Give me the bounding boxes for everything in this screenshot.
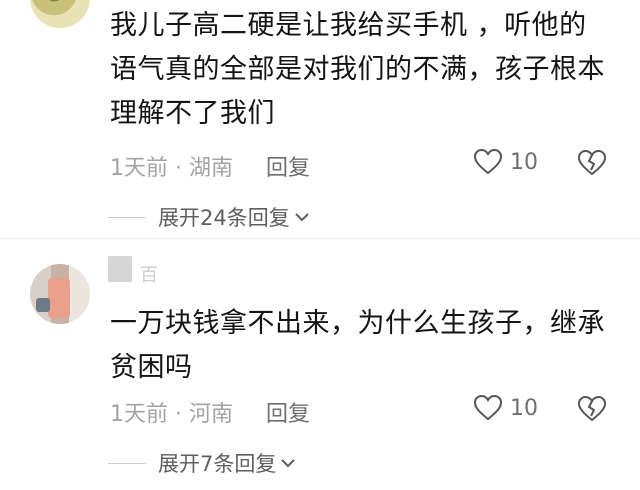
broken-heart-icon (577, 149, 607, 176)
expand-replies-button[interactable]: 展开7条回复 (108, 448, 296, 478)
divider-line (108, 216, 146, 218)
like-button[interactable]: 10 (474, 395, 538, 421)
dislike-button[interactable] (577, 395, 607, 426)
divider-line (108, 462, 146, 464)
username[interactable]: 百 (140, 261, 158, 287)
comment-text: 一万块钱拿不出来，为什么生孩子，继承贫困吗 (110, 308, 605, 383)
comment-divider (0, 238, 640, 239)
like-count: 10 (510, 395, 538, 421)
avatar[interactable] (30, 0, 90, 28)
chevron-down-icon (294, 211, 310, 223)
broken-heart-icon (577, 395, 607, 422)
expand-label: 展开24条回复 (158, 206, 290, 230)
reply-button[interactable]: 回复 (266, 402, 310, 427)
like-count: 10 (510, 149, 538, 175)
comment-meta: 1天前 · 河南 回复 (110, 396, 310, 428)
time-location: 1天前 · 河南 (110, 402, 233, 427)
username-redaction (108, 256, 132, 282)
heart-outline-icon (474, 149, 502, 175)
heart-outline-icon (474, 395, 502, 421)
dislike-button[interactable] (577, 149, 607, 180)
expand-label: 展开7条回复 (158, 452, 277, 476)
reply-button[interactable]: 回复 (266, 156, 310, 181)
avatar[interactable] (30, 264, 90, 324)
comment-text: 我儿子高二硬是让我给买手机 ，听他的语气真的全部是对我们的不满，孩子根本理解不了… (110, 10, 605, 129)
chevron-down-icon (280, 457, 296, 469)
expand-replies-button[interactable]: 展开24条回复 (108, 202, 310, 232)
comment-meta: 1天前 · 湖南 回复 (110, 150, 310, 182)
time-location: 1天前 · 湖南 (110, 156, 233, 181)
like-button[interactable]: 10 (474, 149, 538, 175)
